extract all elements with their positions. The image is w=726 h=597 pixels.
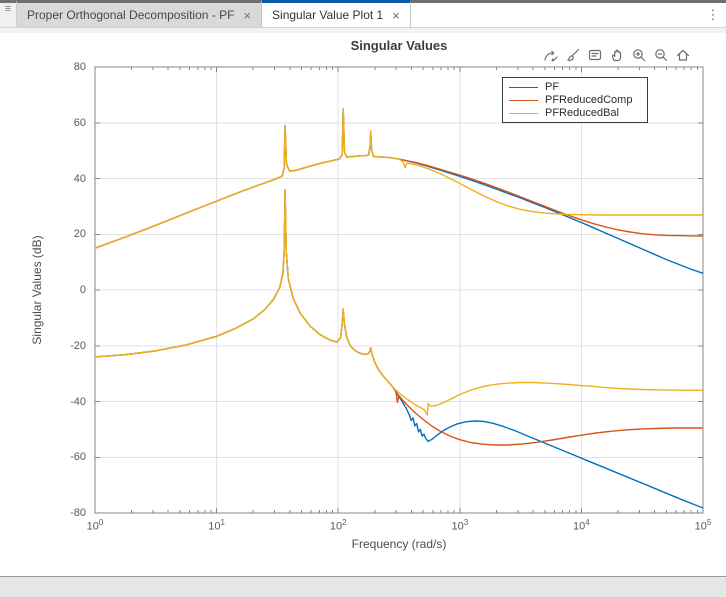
series-PFReducedBal-sigma2[interactable]: [94, 189, 704, 416]
legend-line-sample: [509, 113, 538, 114]
legend-label: PF: [545, 81, 560, 93]
kebab-menu-icon[interactable]: ⋮: [700, 0, 726, 27]
y-tick-label: 80: [73, 61, 86, 73]
series-PF-sigma2[interactable]: [94, 189, 704, 509]
x-tick-label: 105: [694, 518, 712, 533]
legend-entry-PFReducedComp[interactable]: PFReducedComp: [503, 94, 647, 107]
x-tick-label: 100: [86, 518, 104, 533]
x-axis-label: Frequency (rad/s): [351, 537, 447, 551]
y-tick-label: 0: [79, 284, 86, 296]
y-tick-label: -80: [70, 507, 86, 519]
tab-bar-spacer: [410, 0, 700, 27]
tab-proper-orthogonal-decomposition[interactable]: Proper Orthogonal Decomposition - PF ×: [17, 0, 263, 27]
y-tick-label: -20: [70, 339, 86, 352]
tab-label: Proper Orthogonal Decomposition - PF: [27, 8, 235, 22]
legend-label: PFReducedComp: [545, 94, 633, 106]
tab-rail[interactable]: ≡: [0, 0, 17, 27]
tab-singular-value-plot[interactable]: Singular Value Plot 1 ×: [262, 0, 411, 27]
y-tick-label: 20: [73, 228, 86, 241]
x-tick-label: 101: [208, 518, 225, 533]
legend-entry-PFReducedBal[interactable]: PFReducedBal: [503, 107, 647, 120]
tab-label: Singular Value Plot 1: [272, 8, 384, 22]
tab-bar: ≡ Proper Orthogonal Decomposition - PF ×…: [0, 0, 726, 28]
legend-line-sample: [509, 87, 538, 88]
x-tick-label: 104: [573, 518, 590, 533]
figure-area: Singular Values 100 101 102 103 104 105 -80 -6…: [0, 28, 726, 577]
y-tick-label: 60: [73, 116, 86, 129]
legend[interactable]: PF PFReducedComp PFReducedBal: [502, 77, 648, 123]
legend-label: PFReducedBal: [545, 107, 619, 119]
list-icon: ≡: [4, 3, 12, 15]
y-axis-label: Singular Values (dB): [30, 235, 44, 345]
y-tick-label: 40: [73, 172, 86, 185]
x-tick-label: 103: [451, 518, 469, 533]
legend-line-sample: [509, 100, 538, 101]
status-bar: [0, 576, 726, 597]
grid-lines: [95, 67, 703, 513]
y-tick-label: -40: [70, 395, 86, 408]
close-icon[interactable]: ×: [392, 8, 400, 23]
legend-entry-PF[interactable]: PF: [503, 81, 647, 94]
close-icon[interactable]: ×: [243, 8, 251, 23]
series-PF-sigma1[interactable]: [94, 108, 704, 274]
x-tick-label: 102: [329, 518, 347, 533]
y-tick-label: -60: [70, 451, 86, 464]
